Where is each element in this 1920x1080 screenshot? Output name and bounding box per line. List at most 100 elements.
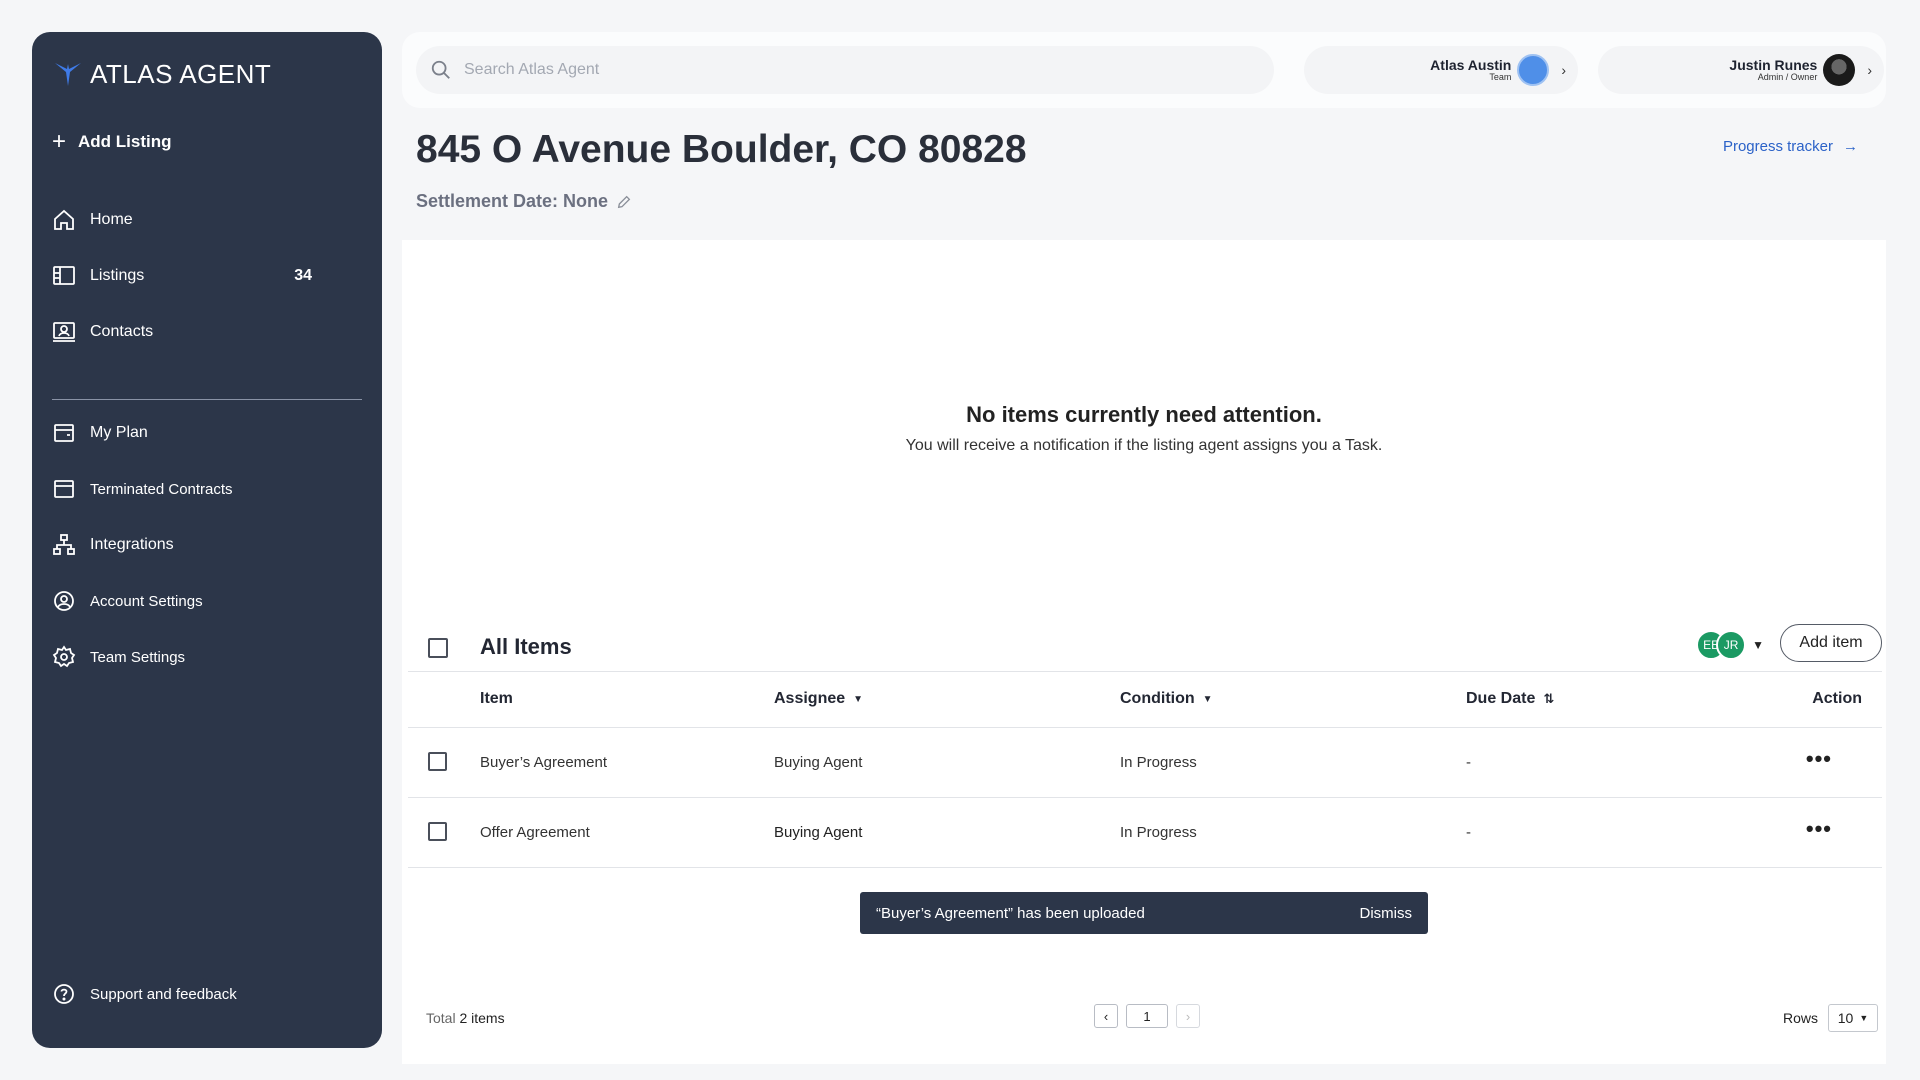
column-due-date[interactable]: Due Date ⇅ — [1466, 690, 1554, 708]
caret-down-icon: ▼ — [853, 693, 864, 705]
column-action: Action — [1812, 690, 1862, 708]
items-title: All Items — [480, 634, 572, 659]
user-circle-icon — [54, 591, 74, 611]
caret-down-icon: ▼ — [1859, 1013, 1869, 1023]
wallet-icon — [54, 424, 74, 442]
column-label: Action — [1812, 690, 1862, 707]
sidebar-item-my-plan[interactable]: My Plan — [52, 405, 362, 461]
user-menu[interactable]: Justin Runes Admin / Owner › — [1598, 46, 1884, 94]
brand-logo[interactable]: ATLAS AGENT — [52, 58, 271, 90]
progress-tracker-label: Progress tracker — [1722, 138, 1833, 155]
sidebar-item-home[interactable]: Home — [52, 192, 362, 248]
cell-condition: In Progress — [1120, 754, 1197, 771]
more-actions-icon[interactable]: ••• — [1806, 816, 1832, 842]
home-icon — [54, 209, 74, 230]
column-assignee[interactable]: Assignee ▼ — [774, 690, 863, 708]
question-circle-icon — [54, 984, 74, 1004]
top-bar: Atlas Austin Team › Justin Runes Admin /… — [402, 32, 1886, 108]
chevron-right-icon: › — [1867, 62, 1872, 78]
table-header: Item Assignee ▼ Condition ▼ Due Date ⇅ A… — [408, 672, 1882, 728]
total-label: Total — [426, 1010, 456, 1026]
next-page-button[interactable]: › — [1176, 1004, 1200, 1028]
team-sub: Team — [1489, 71, 1512, 82]
sidebar: ATLAS AGENT + Add Listing Home Listings … — [32, 32, 382, 1048]
sidebar-item-account-settings[interactable]: Account Settings — [52, 573, 362, 629]
assignee-filter[interactable]: EE JR ▼ — [1696, 630, 1764, 660]
add-listing-label: Add Listing — [78, 132, 172, 151]
sidebar-item-contacts[interactable]: Contacts — [52, 304, 362, 360]
contacts-icon — [53, 322, 75, 342]
column-item[interactable]: Item — [480, 690, 513, 708]
cell-item: Buyer’s Agreement — [480, 754, 608, 771]
column-condition[interactable]: Condition ▼ — [1120, 690, 1213, 708]
listings-count-badge: 34 — [294, 267, 312, 284]
page-title: 845 O Avenue Boulder, CO 80828 — [416, 128, 1027, 171]
avatar: JR — [1716, 630, 1747, 660]
search-icon — [431, 60, 450, 79]
row-checkbox[interactable] — [428, 752, 447, 771]
pagination: ‹ 1 › — [1094, 1004, 1200, 1028]
pencil-icon[interactable] — [616, 194, 632, 210]
team-names: Atlas Austin Team — [1430, 58, 1511, 82]
more-actions-icon[interactable]: ••• — [1806, 746, 1832, 772]
support-feedback-link[interactable]: Support and feedback — [52, 982, 237, 1006]
cell-condition: In Progress — [1120, 824, 1197, 841]
brand-name: ATLAS AGENT — [90, 58, 272, 89]
table-row[interactable]: Offer Agreement Buying Agent In Progress… — [408, 798, 1882, 868]
select-all-checkbox[interactable] — [428, 638, 448, 658]
sidebar-item-label: Home — [90, 211, 133, 228]
user-name: Justin Runes — [1729, 56, 1818, 73]
atlas-logo-icon — [55, 63, 81, 86]
empty-state-subtitle: You will receive a notification if the l… — [905, 437, 1383, 454]
column-label: Assignee — [774, 690, 846, 707]
total-count: Total 2 items — [426, 1010, 505, 1026]
listings-icon — [53, 266, 75, 285]
sidebar-item-label: Listings — [90, 267, 145, 284]
add-item-button[interactable]: Add item — [1780, 624, 1882, 662]
sidebar-item-label: Account Settings — [90, 592, 203, 610]
rows-per-page: Rows 10 ▼ — [1783, 1004, 1878, 1032]
rows-label: Rows — [1782, 1010, 1818, 1026]
sidebar-item-integrations[interactable]: Integrations — [52, 517, 362, 573]
cell-assignee: Buying Agent — [774, 824, 863, 841]
team-switcher[interactable]: Atlas Austin Team › — [1304, 46, 1578, 94]
search-bar — [416, 46, 1274, 94]
folder-icon — [54, 480, 74, 498]
caret-down-icon: ▼ — [1752, 638, 1764, 652]
column-label: Item — [480, 690, 513, 707]
sidebar-item-team-settings[interactable]: Team Settings — [52, 629, 362, 685]
page-number[interactable]: 1 — [1126, 1004, 1168, 1028]
sidebar-item-terminated-contracts[interactable]: Terminated Contracts — [52, 461, 362, 517]
rows-value: 10 — [1837, 1010, 1854, 1026]
sidebar-item-listings[interactable]: Listings 34 — [52, 248, 362, 304]
progress-tracker-link[interactable]: Progress tracker → — [1723, 138, 1858, 155]
settlement-date: Settlement Date: None — [416, 191, 632, 212]
column-label: Condition — [1120, 690, 1195, 707]
gear-icon — [52, 645, 76, 668]
chevron-right-icon: › — [1561, 62, 1566, 78]
add-listing-button[interactable]: + Add Listing — [52, 130, 172, 154]
sidebar-nav-secondary: My Plan Terminated Contracts Integration… — [52, 405, 362, 685]
support-label: Support and feedback — [90, 985, 237, 1003]
rows-select[interactable]: 10 ▼ — [1828, 1004, 1878, 1032]
prev-page-button[interactable]: ‹ — [1094, 1004, 1118, 1028]
cell-item: Offer Agreement — [480, 824, 590, 841]
user-role: Admin / Owner — [1757, 71, 1818, 82]
cell-assignee: Buying Agent — [774, 754, 863, 771]
settlement-date-label: Settlement Date: None — [416, 191, 609, 211]
user-names: Justin Runes Admin / Owner — [1729, 58, 1817, 82]
items-header: All Items EE JR ▼ Add item — [408, 624, 1882, 672]
table-row[interactable]: Buyer’s Agreement Buying Agent In Progre… — [408, 728, 1882, 798]
team-name: Atlas Austin — [1430, 56, 1512, 73]
caret-down-icon: ▼ — [1202, 693, 1213, 705]
plus-icon: + — [52, 128, 67, 155]
row-checkbox[interactable] — [428, 822, 447, 841]
sidebar-item-label: Integrations — [90, 536, 174, 553]
sidebar-nav-primary: Home Listings 34 Contacts — [52, 192, 362, 360]
dismiss-button[interactable]: Dismiss — [1360, 905, 1413, 922]
search-input[interactable] — [464, 61, 1164, 79]
total-value: 2 items — [459, 1010, 505, 1026]
hierarchy-icon — [53, 534, 75, 555]
sort-icon: ⇅ — [1543, 691, 1555, 706]
cell-due-date: - — [1466, 754, 1471, 771]
